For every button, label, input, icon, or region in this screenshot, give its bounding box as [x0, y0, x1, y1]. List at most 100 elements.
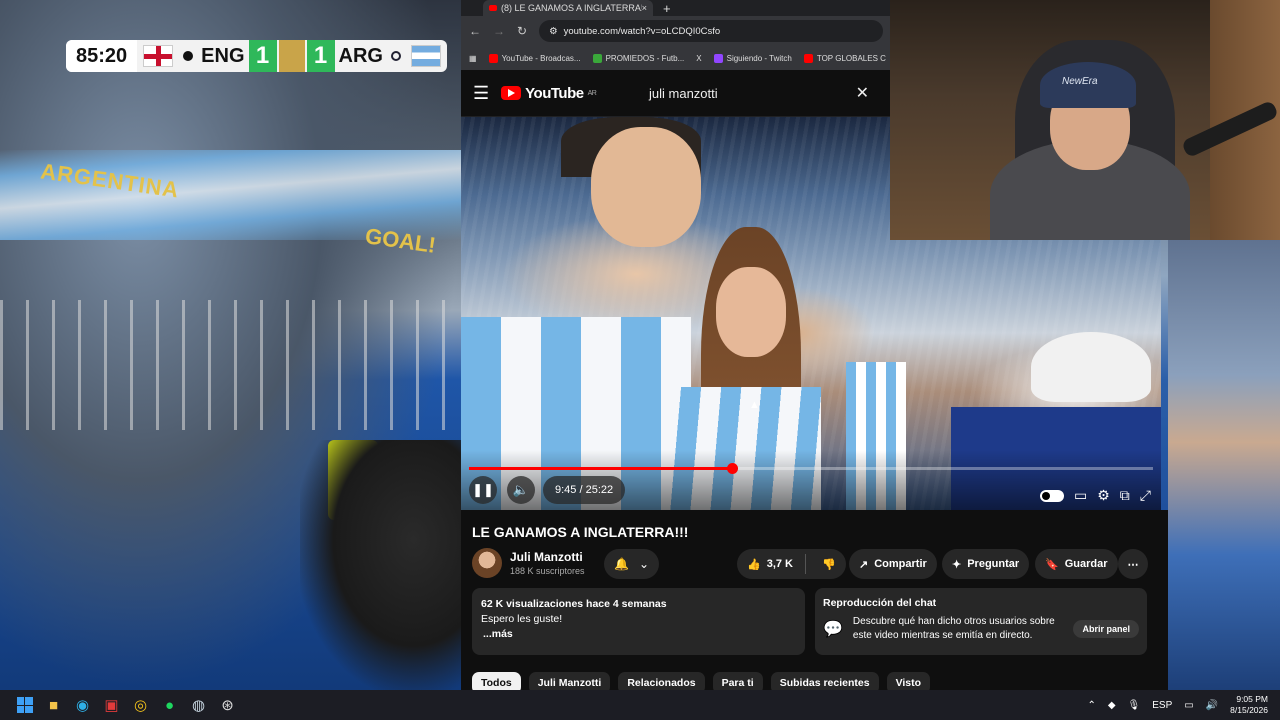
- browser-tab[interactable]: (8) LE GANAMOS A INGLATERRA!!! ×: [483, 0, 653, 16]
- bookmark-promiedos[interactable]: PROMIEDOS - Futb...: [592, 53, 685, 63]
- england-flag-icon: [143, 45, 174, 67]
- subscriber-count: 188 K suscriptores: [510, 566, 585, 576]
- thumbs-up-icon: 👍: [747, 558, 761, 571]
- chat-replay-box: Reproducción del chat 💬 Descubre qué han…: [815, 588, 1147, 655]
- views-and-date: 62 K visualizaciones hace 4 semanas: [481, 598, 667, 610]
- reload-icon[interactable]: ↻: [517, 24, 527, 38]
- video-frame-face: [716, 267, 786, 357]
- pause-button[interactable]: ❚❚: [469, 476, 497, 504]
- microphone-icon[interactable]: 🎙: [1128, 700, 1141, 711]
- tray-chevron-up-icon[interactable]: ⌃: [1087, 700, 1095, 711]
- windows-start-button[interactable]: [10, 690, 39, 720]
- progress-scrubber[interactable]: [727, 463, 739, 474]
- chat-bubble-icon: 💬: [823, 621, 843, 638]
- streamer-webcam: NewEra: [890, 0, 1280, 240]
- ask-button[interactable]: ✦ Preguntar: [942, 549, 1030, 579]
- video-title: LE GANAMOS A INGLATERRA!!!: [472, 524, 689, 540]
- description-box[interactable]: 62 K visualizaciones hace 4 semanas Espe…: [472, 588, 805, 655]
- world-cup-trophy-icon: [278, 40, 305, 72]
- pause-icon: ❚❚: [472, 482, 494, 497]
- x-logo-icon: X: [696, 53, 702, 63]
- bookmark-label: TOP GLOBALES C: [816, 53, 886, 63]
- youtube-bookmark-icon: [488, 53, 498, 63]
- app-red-icon[interactable]: ▣: [97, 690, 126, 720]
- possession-dot-empty-icon: [390, 51, 401, 61]
- edge-icon[interactable]: ◉: [68, 690, 97, 720]
- language-indicator[interactable]: ESP: [1152, 700, 1172, 711]
- fullscreen-icon[interactable]: ⤢: [1140, 487, 1151, 504]
- subtitles-icon[interactable]: ▭: [1074, 487, 1087, 504]
- site-info-icon[interactable]: ⚙: [549, 26, 558, 37]
- save-label: Guardar: [1064, 558, 1108, 570]
- player-silhouette: [300, 440, 462, 690]
- save-button[interactable]: 🔖 Guardar: [1035, 549, 1118, 579]
- streamer-cap: NewEra: [1040, 62, 1136, 108]
- video-info-section: LE GANAMOS A INGLATERRA!!! Juli Manzotti…: [461, 510, 1168, 694]
- file-explorer-icon[interactable]: ■: [39, 690, 68, 720]
- bookmarks-bar: ▦ YouTube - Broadcas... PROMIEDOS - Futb…: [461, 46, 891, 70]
- video-frame-white-cap: [1031, 332, 1151, 402]
- spotify-icon[interactable]: ●: [155, 690, 184, 720]
- speaker-icon[interactable]: 🔊: [1206, 700, 1218, 711]
- mouse-cursor-icon: ▲: [749, 399, 760, 411]
- search-input[interactable]: juli manzotti ✕: [639, 77, 879, 109]
- like-button[interactable]: 👍 3,7 K 👎: [737, 549, 846, 579]
- youtube-play-logo-icon: [501, 86, 522, 100]
- show-more-link[interactable]: ...más: [481, 627, 796, 642]
- thumbs-down-icon: 👎: [822, 558, 836, 571]
- duration: 25:22: [585, 484, 614, 496]
- bookmark-twitch[interactable]: Siguiendo - Twitch: [713, 53, 792, 63]
- steam-icon[interactable]: ◍: [184, 690, 213, 720]
- tab-close-icon[interactable]: ×: [642, 3, 647, 13]
- player-controls: ❚❚ 🔈 9:45 / 25:22 ▭ ⚙ ⧉ ⤢: [461, 450, 1161, 510]
- search-query: juli manzotti: [649, 85, 718, 101]
- tab-bar: (8) LE GANAMOS A INGLATERRA!!! × +: [461, 0, 891, 16]
- address-bar[interactable]: ⚙ youtube.com/watch?v=oLCDQI0Csfo: [539, 20, 883, 42]
- apps-grid-icon[interactable]: ▦: [469, 54, 477, 63]
- more-dots-icon: ⋯: [1127, 558, 1139, 571]
- forward-arrow-icon[interactable]: →: [493, 24, 505, 38]
- share-button[interactable]: ↗ Compartir: [849, 549, 937, 579]
- hamburger-menu-icon[interactable]: ☰: [473, 83, 489, 104]
- bookmark-x[interactable]: X: [696, 54, 701, 63]
- taskbar-clock[interactable]: 9:05 PM 8/15/2026: [1230, 694, 1268, 716]
- player-right-controls: ▭ ⚙ ⧉ ⤢: [1040, 487, 1151, 504]
- bookmark-top-globales[interactable]: TOP GLOBALES C: [803, 53, 886, 63]
- clock-time: 9:05 PM: [1236, 694, 1268, 704]
- open-chat-panel-button[interactable]: Abrir panel: [1073, 620, 1139, 638]
- settings-gear-icon[interactable]: ⚙: [1097, 487, 1110, 504]
- more-actions-button[interactable]: ⋯: [1118, 549, 1148, 579]
- network-icon[interactable]: ▭: [1184, 700, 1193, 711]
- chrome-icon[interactable]: ◎: [126, 690, 155, 720]
- share-label: Compartir: [874, 558, 927, 570]
- clear-search-icon[interactable]: ✕: [856, 83, 869, 103]
- progress-bar[interactable]: [469, 463, 1153, 474]
- app-circle-icon[interactable]: ⊛: [213, 690, 242, 720]
- home-score: 1: [248, 40, 277, 72]
- bookmark-icon: 🔖: [1045, 558, 1059, 571]
- volume-button[interactable]: 🔈: [507, 476, 535, 504]
- chat-replay-message: Descubre qué han dicho otros usuarios so…: [852, 616, 1055, 641]
- time-display: 9:45 / 25:22: [543, 476, 626, 504]
- channel-name[interactable]: Juli Manzotti: [510, 550, 585, 564]
- bookmark-label: PROMIEDOS - Futb...: [605, 53, 685, 63]
- tab-title: (8) LE GANAMOS A INGLATERRA!!!: [501, 3, 642, 13]
- dislike-button[interactable]: 👎: [812, 558, 846, 571]
- autoplay-toggle[interactable]: [1040, 489, 1064, 502]
- promiedos-bookmark-icon: [592, 53, 602, 63]
- away-team-name: ARG: [338, 44, 383, 67]
- bell-icon: 🔔: [613, 557, 629, 571]
- match-clock: 85:20: [66, 40, 138, 72]
- current-time: 9:45: [555, 484, 577, 496]
- channel-info[interactable]: Juli Manzotti 188 K suscriptores: [472, 548, 585, 578]
- cap-logo-text: NewEra: [1062, 76, 1098, 87]
- new-tab-button[interactable]: +: [663, 1, 671, 16]
- back-arrow-icon[interactable]: ←: [469, 24, 481, 38]
- youtube-logo[interactable]: YouTube AR: [501, 84, 597, 102]
- bookmark-youtube-broadcast[interactable]: YouTube - Broadcas...: [488, 53, 581, 63]
- youtube-logo-text: YouTube: [525, 84, 584, 102]
- tray-app-icon[interactable]: ◆: [1108, 700, 1116, 711]
- subscription-bell-button[interactable]: 🔔 ⌄: [604, 549, 659, 579]
- miniplayer-icon[interactable]: ⧉: [1120, 487, 1130, 504]
- channel-avatar[interactable]: [472, 548, 502, 578]
